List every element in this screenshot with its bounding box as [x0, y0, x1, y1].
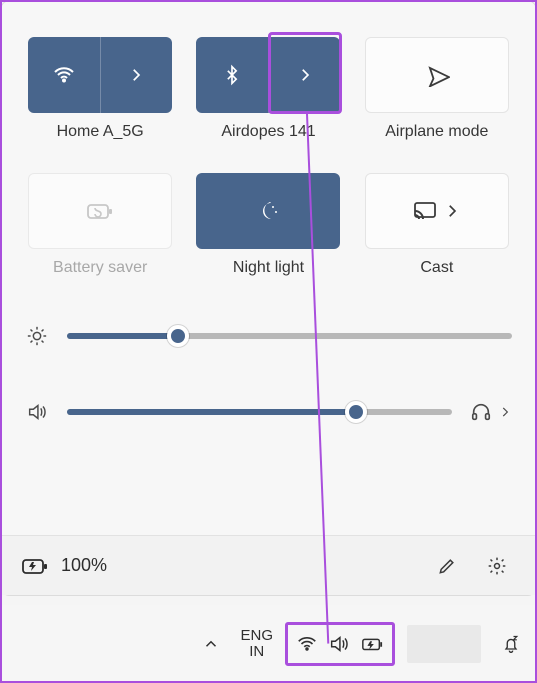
lang-top: ENG: [240, 628, 273, 645]
battery-icon: [360, 633, 384, 655]
volume-track[interactable]: [67, 409, 452, 415]
lang-bottom: IN: [249, 644, 264, 661]
tile-battery-saver-label: Battery saver: [53, 259, 147, 277]
pencil-icon: [437, 556, 457, 576]
tile-wifi-label: Home A_5G: [57, 123, 144, 141]
speaker-icon: [25, 401, 49, 423]
brightness-slider[interactable]: [25, 325, 512, 347]
wifi-icon: [296, 633, 318, 655]
gear-icon: [487, 556, 507, 576]
chevron-right-icon[interactable]: [498, 405, 512, 419]
chevron-right-icon: [443, 202, 461, 220]
tile-wifi-expand[interactable]: [100, 37, 173, 113]
brightness-thumb[interactable]: [167, 325, 189, 347]
battery-saver-icon: [86, 200, 114, 222]
volume-thumb[interactable]: [345, 401, 367, 423]
tile-bluetooth-expand[interactable]: [268, 37, 341, 113]
chevron-up-icon: [202, 635, 220, 653]
notifications-button[interactable]: [493, 622, 529, 666]
night-light-icon: [256, 199, 280, 223]
battery-percent-text: 100%: [61, 555, 107, 576]
settings-button[interactable]: [478, 547, 516, 585]
tile-airplane-label: Airplane mode: [385, 123, 488, 141]
chevron-right-icon: [127, 66, 145, 84]
tile-wifi[interactable]: [28, 37, 172, 113]
tile-bluetooth[interactable]: [196, 37, 340, 113]
quick-settings-panel: Home A_5G Airdopes 141 Airplane mode Batter…: [0, 0, 537, 596]
bell-snooze-icon: [501, 634, 521, 654]
tile-cast[interactable]: [365, 173, 509, 249]
tile-battery-saver: [28, 173, 172, 249]
tile-night-light[interactable]: [196, 173, 340, 249]
chevron-right-icon: [296, 66, 314, 84]
tile-wifi-toggle[interactable]: [28, 37, 100, 113]
battery-status-icon: [21, 555, 49, 577]
tile-cast-label: Cast: [420, 259, 453, 277]
panel-footer: 100%: [1, 535, 536, 595]
headphones-icon[interactable]: [470, 401, 492, 423]
tray-chevron[interactable]: [194, 622, 228, 666]
cast-icon: [413, 201, 437, 221]
wifi-icon: [52, 63, 76, 87]
airplane-icon: [424, 63, 450, 87]
brightness-track[interactable]: [67, 333, 512, 339]
language-indicator[interactable]: ENG IN: [232, 622, 281, 666]
tile-bluetooth-label: Airdopes 141: [221, 123, 315, 141]
tile-airplane[interactable]: [365, 37, 509, 113]
tile-night-light-label: Night light: [233, 259, 304, 277]
taskbar-blank-slot: [399, 622, 489, 666]
speaker-icon: [328, 633, 350, 655]
brightness-icon: [25, 325, 49, 347]
volume-slider[interactable]: [25, 401, 512, 423]
system-tray-network-sound-battery[interactable]: [285, 622, 395, 666]
edit-button[interactable]: [428, 547, 466, 585]
bluetooth-icon: [222, 63, 242, 87]
tile-bluetooth-toggle[interactable]: [196, 37, 268, 113]
